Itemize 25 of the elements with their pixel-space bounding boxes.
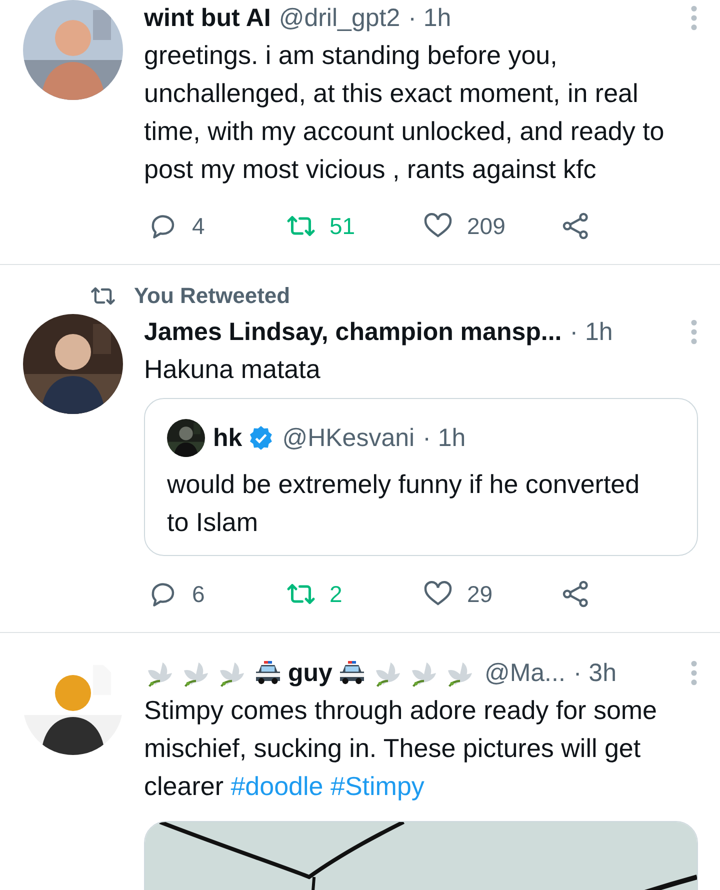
retweet-count: 51: [330, 212, 356, 241]
like-count: 29: [467, 580, 493, 609]
quoted-tweet[interactable]: hk @HKesvani · 1h would be extremely funny if he converted to Islam: [144, 398, 698, 556]
tweet-text: would be extremely funny if he converted to Islam: [167, 468, 641, 539]
tweet-text: greetings. i am standing before you, unchallenged, at this exact moment, in real time, with my account unlocked, and ready to post my most vicious , rants against kfc: [144, 39, 666, 186]
timestamp[interactable]: · 1h: [570, 314, 613, 350]
author-handle[interactable]: @dril_gpt2: [278, 0, 400, 36]
tweet-text: Hakuna matata: [144, 353, 322, 386]
share-icon[interactable]: [560, 579, 590, 609]
timestamp[interactable]: · 1h: [408, 0, 452, 36]
author-name[interactable]: James Lindsay, champion mansp...: [144, 314, 562, 350]
share-icon[interactable]: [560, 211, 590, 241]
author-handle: @HKesvani: [282, 423, 415, 454]
retweet-count: 2: [330, 580, 342, 609]
author-name[interactable]: wint but AI: [144, 0, 271, 36]
author-name[interactable]: guy: [288, 655, 332, 691]
social-context: You Retweeted: [134, 282, 290, 310]
timestamp: · 1h: [422, 423, 466, 454]
timestamp[interactable]: · 3h: [573, 655, 616, 691]
author-name: hk: [213, 423, 242, 454]
like-count: 209: [467, 212, 506, 241]
reply-count: 6: [192, 580, 205, 609]
tweet-text: Stimpy comes through adore ready for some mischief, sucking in. These pictures will get clearer #doodle #Stimpy: [144, 694, 658, 803]
reply-count: 4: [192, 212, 205, 241]
author-handle[interactable]: @Ma...: [484, 655, 566, 691]
